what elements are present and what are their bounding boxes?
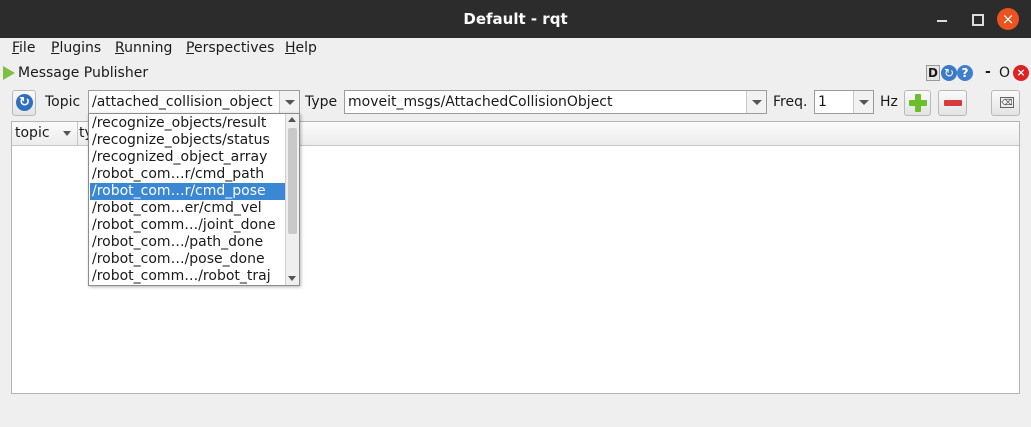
- chevron-down-icon[interactable]: [279, 91, 299, 113]
- menu-bar: File Plugins Running Perspectives Help: [0, 38, 1031, 61]
- freq-combobox[interactable]: 1: [814, 90, 874, 114]
- refresh-topics-button[interactable]: ↻: [12, 90, 36, 116]
- menu-perspectives[interactable]: Perspectives: [186, 40, 274, 56]
- menu-file-label: ile: [19, 40, 36, 56]
- menu-running-mnemonic: R: [115, 40, 125, 56]
- scroll-thumb[interactable]: [288, 128, 297, 234]
- dropdown-item[interactable]: /robot_com…er/cmd_vel: [90, 200, 285, 217]
- type-combobox[interactable]: moveit_msgs/AttachedCollisionObject: [344, 90, 767, 114]
- dropdown-item[interactable]: /recognize_objects/result: [90, 115, 285, 132]
- dropdown-item[interactable]: /robot_com…/path_done: [90, 234, 285, 251]
- window-titlebar: Default - rqt ×: [0, 0, 1031, 38]
- menu-perspectives-mnemonic: P: [186, 40, 194, 56]
- topic-dropdown-list[interactable]: /recognize_objects/result /recognize_obj…: [88, 113, 300, 286]
- freq-label: Freq.: [773, 94, 808, 110]
- add-publisher-button[interactable]: [904, 90, 931, 116]
- dropdown-item[interactable]: /robot_com…/pose_done: [90, 251, 285, 268]
- column-header-topic[interactable]: topic: [15, 125, 50, 141]
- topic-combobox-value: /attached_collision_object: [92, 94, 273, 110]
- minimize-window-button[interactable]: [931, 8, 953, 30]
- column-separator[interactable]: [77, 122, 78, 146]
- plugin-options-button[interactable]: O: [999, 65, 1010, 81]
- dropdown-item[interactable]: /robot_comm…/robot_traj: [90, 268, 285, 285]
- menu-file-mnemonic: F: [12, 40, 20, 56]
- clear-icon: ⌫: [1000, 97, 1014, 108]
- refresh-icon: ↻: [16, 94, 33, 111]
- chevron-down-icon[interactable]: [746, 91, 766, 113]
- plugin-close-icon[interactable]: ×: [1013, 65, 1029, 81]
- menu-running-label: unning: [124, 40, 173, 56]
- dropdown-item[interactable]: /recognize_objects/status: [90, 132, 285, 149]
- plugin-title: Message Publisher: [18, 65, 149, 81]
- type-label: Type: [305, 94, 338, 110]
- plugin-minimize-button[interactable]: -: [985, 64, 991, 80]
- close-window-button[interactable]: ×: [997, 8, 1019, 30]
- topic-combobox[interactable]: /attached_collision_object: [88, 90, 300, 114]
- menu-file[interactable]: File: [12, 40, 35, 56]
- reload-plugin-icon[interactable]: ↻: [941, 65, 957, 81]
- sort-arrow-icon: [63, 131, 71, 136]
- plus-icon: [909, 94, 927, 112]
- remove-publisher-button[interactable]: [938, 90, 967, 116]
- play-icon: [3, 66, 15, 80]
- dropdown-item[interactable]: /robot_comm…/joint_done: [90, 217, 285, 234]
- menu-help[interactable]: Help: [285, 40, 317, 56]
- menu-help-label: elp: [295, 40, 317, 56]
- dropdown-scrollbar[interactable]: [285, 114, 299, 285]
- menu-help-mnemonic: H: [285, 40, 296, 56]
- dropdown-item-selected[interactable]: /robot_com…r/cmd_pose: [90, 183, 285, 200]
- menu-plugins-label: lugins: [59, 40, 102, 56]
- maximize-window-button[interactable]: [966, 8, 988, 30]
- clear-publishers-button[interactable]: ⌫: [991, 90, 1020, 116]
- scroll-up-icon[interactable]: [288, 117, 296, 122]
- chevron-down-icon[interactable]: [853, 91, 873, 113]
- freq-combobox-value: 1: [818, 94, 827, 110]
- hz-label: Hz: [880, 94, 898, 110]
- help-icon[interactable]: ?: [957, 65, 973, 81]
- menu-running[interactable]: Running: [115, 40, 172, 56]
- topic-label: Topic: [45, 94, 81, 110]
- minus-icon: [944, 100, 962, 106]
- dock-button[interactable]: D: [926, 65, 940, 81]
- type-combobox-value: moveit_msgs/AttachedCollisionObject: [348, 94, 613, 110]
- scroll-down-icon[interactable]: [288, 276, 296, 281]
- dropdown-item[interactable]: /robot_com…r/cmd_path: [90, 166, 285, 183]
- menu-perspectives-label: erspectives: [193, 40, 275, 56]
- dropdown-item[interactable]: /recognized_object_array: [90, 149, 285, 166]
- menu-plugins[interactable]: Plugins: [51, 40, 101, 56]
- plugin-header: Message Publisher D ↻ ? - O ×: [0, 62, 1031, 86]
- window-title: Default - rqt: [463, 10, 568, 28]
